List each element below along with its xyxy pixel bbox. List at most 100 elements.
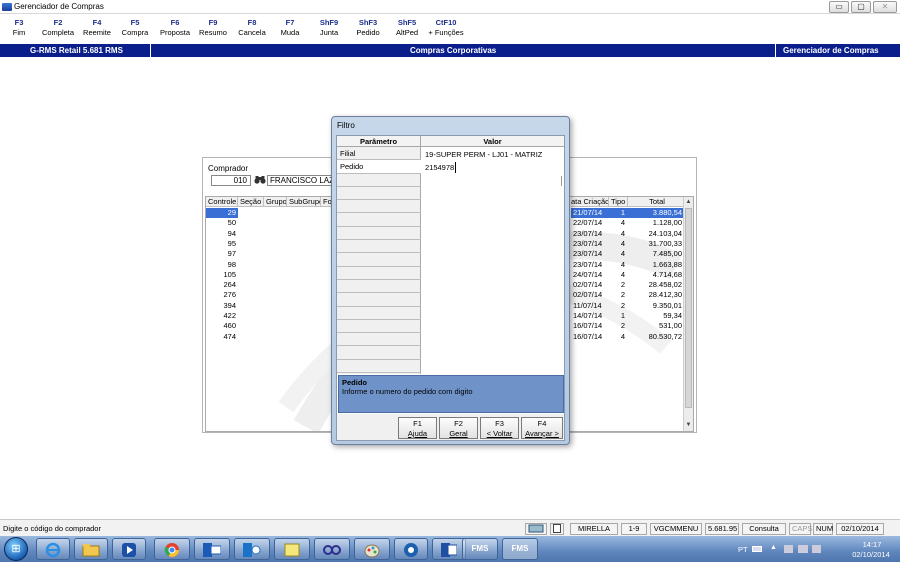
flag-icon[interactable] [784,545,793,553]
fms-window-1[interactable]: FMS [462,538,498,560]
file-explorer-icon[interactable] [74,538,108,560]
lync-icon[interactable] [234,538,270,560]
table-cell-total[interactable]: 28.458,02 [628,280,682,290]
table-cell-data[interactable]: 21/07/14 [573,208,607,219]
sticky-notes-icon[interactable] [274,538,310,560]
col-header-subgrupo[interactable]: SubGrupo [287,197,321,207]
fkey-resumo[interactable]: F9 Resumo [197,18,229,38]
language-indicator[interactable]: PT [738,545,748,554]
fkey-proposta[interactable]: F6 Proposta [156,18,194,38]
table-cell-tipo[interactable]: 4 [609,332,625,342]
media-player-icon[interactable] [112,538,146,560]
table-cell-tipo[interactable]: 4 [609,218,625,228]
table-cell-total[interactable]: 7.485,00 [628,249,682,259]
table-cell-controle[interactable]: 95 [206,239,236,249]
table-cell-total[interactable]: 3.880,54 [628,208,682,219]
table-cell-tipo[interactable]: 4 [609,270,625,280]
vpn-client-icon[interactable] [394,538,428,560]
col-header-grupo[interactable]: Grupo [264,197,287,207]
table-cell-total[interactable]: 28.412,30 [628,290,682,300]
table-cell-total[interactable]: 531,00 [628,321,682,331]
paint-icon[interactable] [354,538,390,560]
table-cell-data[interactable]: 11/07/14 [573,301,607,311]
voltar-button[interactable]: F3 < Voltar [480,417,519,439]
table-cell-controle[interactable]: 394 [206,301,236,311]
table-cell-data[interactable]: 23/07/14 [573,260,607,270]
scroll-up-icon[interactable]: ▲ [684,197,693,207]
fkey-reemite[interactable]: F4 Reemite [80,18,114,38]
table-cell-controle[interactable]: 264 [206,280,236,290]
table-cell-controle[interactable]: 105 [206,270,236,280]
fms-window-2[interactable]: FMS [502,538,538,560]
table-cell-data[interactable]: 02/07/14 [573,280,607,290]
maximize-button[interactable]: ▢ [851,1,871,13]
table-cell-data[interactable]: 22/07/14 [573,218,607,228]
internet-explorer-icon[interactable] [36,538,70,560]
pedido-input[interactable]: 2154978 [425,162,457,173]
table-cell-data[interactable]: 16/07/14 [573,332,607,342]
table-cell-tipo[interactable]: 2 [609,321,625,331]
table-cell-data[interactable]: 02/07/14 [573,290,607,300]
table-cell-total[interactable]: 1.663,88 [628,260,682,270]
col-header-controle[interactable]: Controle [206,197,238,207]
table-cell-controle[interactable]: 474 [206,332,236,342]
table-cell-tipo[interactable]: 1 [609,208,625,219]
show-hidden-icons-icon[interactable]: ▲ [770,544,777,551]
table-cell-tipo[interactable]: 4 [609,229,625,239]
ajuda-button[interactable]: F1 Ajuda [398,417,437,439]
volume-icon[interactable] [812,545,821,553]
fkey-completa[interactable]: F2 Completa [40,18,76,38]
network-app-icon[interactable] [314,538,350,560]
table-cell-total[interactable]: 9.350,01 [628,301,682,311]
start-button[interactable]: ⊞ [4,537,28,561]
table-cell-controle[interactable]: 460 [206,321,236,331]
table-cell-tipo[interactable]: 2 [609,301,625,311]
geral-button[interactable]: F2 Geral [439,417,478,439]
table-cell-data[interactable]: 14/07/14 [573,311,607,321]
fkey-cancela[interactable]: F8 Cancela [235,18,269,38]
word-icon[interactable] [432,538,466,560]
table-cell-controle[interactable]: 276 [206,290,236,300]
minimize-button[interactable]: ▭ [829,1,849,13]
table-cell-total[interactable]: 59,34 [628,311,682,321]
param-row-filial[interactable]: Filial [337,147,421,161]
fkey-junta[interactable]: ShF9 Junta [314,18,344,38]
table-cell-controle[interactable]: 29 [206,208,236,219]
table-scrollbar[interactable]: ▲ ▼ [683,197,693,431]
fkey-pedido[interactable]: ShF3 Pedido [352,18,384,38]
keyboard-icon[interactable] [752,546,762,552]
col-header-total[interactable]: Total [628,197,685,207]
table-cell-controle[interactable]: 94 [206,229,236,239]
table-cell-tipo[interactable]: 4 [609,239,625,249]
fkey-mais-funcoes[interactable]: CtF10 + Funções [426,18,466,38]
table-cell-total[interactable]: 31.700,33 [628,239,682,249]
col-header-tipo[interactable]: Tipo [609,197,628,207]
table-cell-total[interactable]: 80.530,72 [628,332,682,342]
table-cell-tipo[interactable]: 2 [609,290,625,300]
chrome-icon[interactable] [154,538,190,560]
param-row-pedido[interactable]: Pedido [337,160,421,174]
value-filial[interactable]: 19-SUPER PERM - LJ01 - MATRIZ [425,149,542,160]
close-button[interactable]: ✕ [873,1,897,13]
table-cell-tipo[interactable]: 4 [609,260,625,270]
scroll-thumb[interactable] [685,208,692,408]
fkey-altped[interactable]: ShF5 AltPed [392,18,422,38]
avancar-button[interactable]: F4 Avançar > [521,417,563,439]
fkey-compra[interactable]: F5 Compra [118,18,152,38]
table-cell-data[interactable]: 24/07/14 [573,270,607,280]
fkey-muda[interactable]: F7 Muda [276,18,304,38]
table-cell-data[interactable]: 16/07/14 [573,321,607,331]
table-cell-tipo[interactable]: 2 [609,280,625,290]
comprador-code-input[interactable]: 010 [211,175,251,186]
outlook-icon[interactable] [194,538,230,560]
table-cell-controle[interactable]: 97 [206,249,236,259]
table-cell-total[interactable]: 1.128,00 [628,218,682,228]
table-cell-controle[interactable]: 50 [206,218,236,228]
col-header-secao[interactable]: Seção [238,197,264,207]
network-tray-icon[interactable] [798,545,808,553]
clock-date[interactable]: 02/10/2014 [846,550,896,559]
scroll-down-icon[interactable]: ▼ [684,420,693,430]
col-header-data-criacao[interactable]: ata Criação [571,197,609,207]
table-cell-tipo[interactable]: 1 [609,311,625,321]
clock-time[interactable]: 14:17 [850,540,894,549]
